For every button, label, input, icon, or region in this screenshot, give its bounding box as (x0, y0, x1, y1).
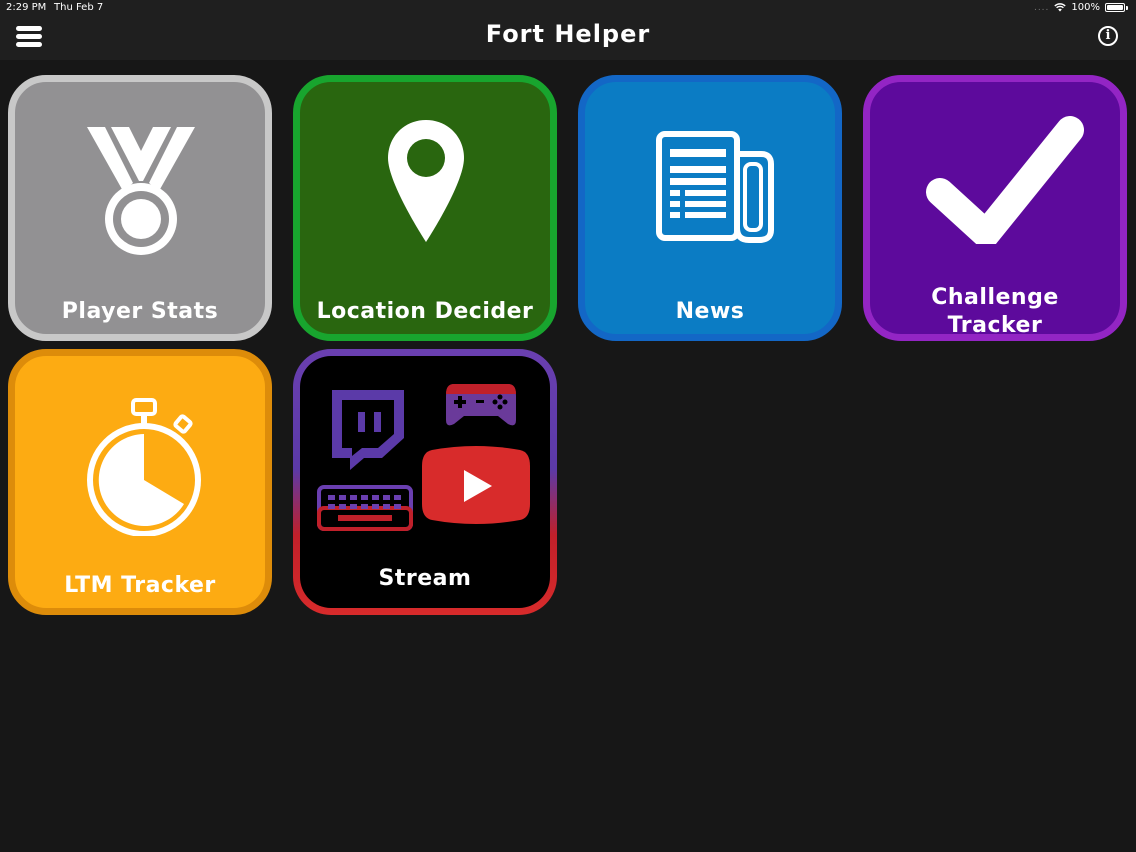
tile-ltm-tracker[interactable]: LTM Tracker (8, 349, 272, 615)
page-title: Fort Helper (485, 20, 651, 48)
status-date: Thu Feb 7 (54, 2, 104, 13)
stopwatch-icon (87, 398, 201, 536)
status-bar: 2:29 PM Thu Feb 7 .... 100% (0, 0, 1136, 16)
tile-stream-inner: Stream (300, 356, 550, 608)
tile-player-stats[interactable]: Player Stats (8, 75, 272, 341)
newspaper-icon (656, 131, 774, 243)
youtube-icon (422, 446, 530, 524)
wifi-icon (1054, 3, 1067, 12)
signal-dots: .... (1033, 2, 1050, 13)
info-icon[interactable]: i (1098, 26, 1118, 46)
medal-icon (87, 127, 195, 255)
tile-label-line2: Tracker (947, 313, 1043, 338)
tile-label: Stream (378, 566, 472, 591)
tile-challenge-tracker[interactable]: Challenge Tracker (863, 75, 1127, 341)
tile-label: Location Decider (316, 299, 534, 324)
battery-tip (1126, 5, 1128, 10)
tile-location-decider[interactable]: Location Decider (293, 75, 557, 341)
tile-label: Player Stats (61, 299, 219, 324)
gamepad-icon (446, 384, 516, 426)
tile-label: News (675, 299, 745, 324)
status-right: .... 100% (1034, 2, 1128, 13)
tile-news[interactable]: News (578, 75, 842, 341)
tile-stream[interactable]: Stream (293, 349, 557, 615)
twitch-icon (332, 390, 404, 470)
tile-label: LTM Tracker (64, 573, 216, 598)
checkmark-icon (926, 116, 1084, 244)
navigation-bar: Fort Helper i (0, 16, 1136, 60)
battery-percent: 100% (1071, 2, 1100, 13)
status-time: 2:29 PM (6, 2, 47, 13)
battery-icon (1105, 3, 1125, 12)
tile-label: Challenge (931, 285, 1059, 310)
keyboard-icon (317, 485, 413, 531)
map-pin-icon (388, 120, 464, 242)
